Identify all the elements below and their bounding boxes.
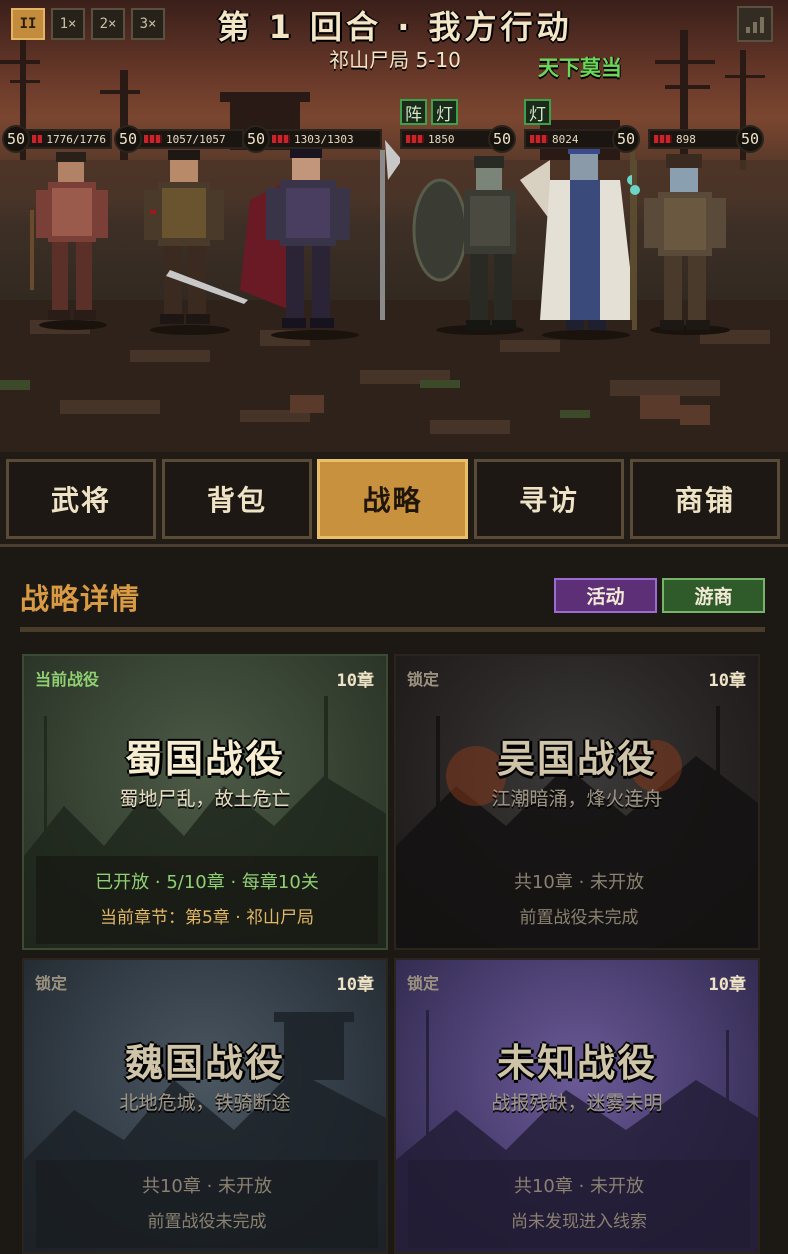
hp-fill xyxy=(406,135,424,143)
hp-value: 1776/1776 xyxy=(46,132,106,146)
campaign-availability: 共10章 · 未开放 xyxy=(513,872,645,893)
chapter-count: 10章 xyxy=(708,975,746,995)
campaign-card-wei[interactable]: 锁定 10章 魏国战役 北地危城，铁骑断途 共10章 · 未开放 前置战役未完成 xyxy=(22,958,388,1254)
hp-bar: 1303/1303 xyxy=(266,129,382,149)
campaign-progress: 已开放 · 5/10章 · 每章10关 xyxy=(95,872,319,893)
enemy-hp-1: 1850 50 xyxy=(400,125,516,153)
chapter-count: 10章 xyxy=(708,671,746,691)
hp-bar: 898 xyxy=(648,129,740,149)
divider xyxy=(20,627,765,632)
campaign-unlock-hint: 尚未发现进入线索 xyxy=(511,1212,647,1232)
chapter-count: 10章 xyxy=(336,975,374,995)
hp-value: 8024 xyxy=(552,132,579,146)
speed-2x-button[interactable]: 2× xyxy=(91,8,125,40)
level-badge: 50 xyxy=(736,125,764,153)
merchant-button[interactable]: 游商 xyxy=(662,578,765,613)
campaign-name: 吴国战役 xyxy=(496,737,657,781)
hp-fill xyxy=(144,135,162,143)
hp-value: 1057/1057 xyxy=(166,132,226,146)
activity-button[interactable]: 活动 xyxy=(554,578,657,613)
campaign-status-tag: 当前战役 xyxy=(35,670,100,689)
hp-fill xyxy=(272,135,290,143)
level-badge: 50 xyxy=(242,125,270,153)
enemy-unit-3[interactable] xyxy=(630,150,750,335)
speed-1x-button[interactable]: 1× xyxy=(51,8,85,40)
bar-chart-icon[interactable] xyxy=(737,6,773,42)
campaign-status-tag: 锁定 xyxy=(407,670,440,689)
campaign-card-shu[interactable]: 当前战役 10章 蜀国战役 蜀地尸乱，故土危亡 已开放 · 5/10章 · 每章… xyxy=(22,654,388,950)
campaign-info: 共10章 · 未开放 前置战役未完成 xyxy=(36,1160,378,1248)
hp-value: 898 xyxy=(676,132,696,146)
chapter-count: 10章 xyxy=(336,671,374,691)
hp-value: 1303/1303 xyxy=(294,132,354,146)
enemy-title: 天下莫当 xyxy=(538,56,622,80)
campaign-desc: 江潮暗涌，烽火连舟 xyxy=(491,788,663,810)
campaign-desc: 蜀地尸乱，故土危亡 xyxy=(119,788,291,810)
campaign-info: 共10章 · 未开放 尚未发现进入线索 xyxy=(408,1160,750,1248)
section-title: 战略详情 xyxy=(20,582,141,616)
campaign-unlock-hint: 前置战役未完成 xyxy=(519,908,639,928)
level-badge: 50 xyxy=(2,125,30,153)
campaign-status-tag: 锁定 xyxy=(407,974,440,993)
hp-bar: 1057/1057 xyxy=(138,129,244,149)
campaign-name: 蜀国战役 xyxy=(124,737,285,781)
ally-unit-3[interactable] xyxy=(230,140,400,340)
bar-chart-icon-bar xyxy=(753,22,757,33)
bar-chart-icon-bar xyxy=(746,27,750,33)
campaign-card-unknown[interactable]: 锁定 10章 未知战役 战报残缺，迷雾未明 共10章 · 未开放 尚未发现进入线… xyxy=(394,958,760,1254)
ally-hp-1: 50 1776/1776 xyxy=(2,125,112,153)
campaign-info: 已开放 · 5/10章 · 每章10关 当前章节：第5章 · 祁山尸局 xyxy=(36,856,378,944)
level-badge: 50 xyxy=(612,125,640,153)
pause-button[interactable]: II xyxy=(11,8,45,40)
buff-lamp[interactable]: 灯 xyxy=(524,99,551,125)
hp-fill xyxy=(530,135,548,143)
hp-fill xyxy=(32,135,43,143)
level-badge: 50 xyxy=(114,125,142,153)
ally-hp-2: 50 1057/1057 xyxy=(114,125,244,153)
campaign-status-tag: 锁定 xyxy=(35,974,68,993)
hp-value: 1850 xyxy=(428,132,455,146)
ally-unit-1[interactable] xyxy=(28,150,118,330)
tab-backpack[interactable]: 背包 xyxy=(162,459,312,539)
tab-recruit[interactable]: 寻访 xyxy=(474,459,624,539)
tab-shop[interactable]: 商铺 xyxy=(630,459,780,539)
hp-bar: 8024 xyxy=(524,129,616,149)
stage-title: 祁山尸局 5-10 xyxy=(329,48,461,72)
enemy-hp-2: 8024 50 xyxy=(524,125,640,153)
campaign-desc: 战报残缺，迷雾未明 xyxy=(491,1092,663,1114)
tab-strategy[interactable]: 战略 xyxy=(317,459,468,539)
speed-3x-button[interactable]: 3× xyxy=(131,8,165,40)
buff-lamp[interactable]: 灯 xyxy=(431,99,458,125)
hp-bar: 1850 xyxy=(400,129,492,149)
hp-bar: 1776/1776 xyxy=(26,129,112,149)
bar-chart-icon-bar xyxy=(760,17,764,33)
hp-fill xyxy=(654,135,672,143)
battle-scene: 50 1776/1776 50 1057/1057 50 1303/1303 阵… xyxy=(0,0,788,452)
ally-hp-3: 50 1303/1303 xyxy=(242,125,382,153)
campaign-name: 魏国战役 xyxy=(124,1041,285,1085)
enemy-hp-3: 898 50 xyxy=(648,125,764,153)
round-title: 第 1 回合 · 我方行动 xyxy=(217,8,573,46)
buff-formation[interactable]: 阵 xyxy=(400,99,427,125)
campaign-name: 未知战役 xyxy=(496,1041,657,1085)
campaign-availability: 共10章 · 未开放 xyxy=(141,1176,273,1197)
campaign-current-chapter: 当前章节：第5章 · 祁山尸局 xyxy=(99,908,315,928)
campaign-info: 共10章 · 未开放 前置战役未完成 xyxy=(408,856,750,944)
level-badge: 50 xyxy=(488,125,516,153)
campaign-availability: 共10章 · 未开放 xyxy=(513,1176,645,1197)
campaign-desc: 北地危城，铁骑断途 xyxy=(119,1092,291,1114)
campaign-card-wu[interactable]: 锁定 10章 吴国战役 江潮暗涌，烽火连舟 共10章 · 未开放 前置战役未完成 xyxy=(394,654,760,950)
campaign-unlock-hint: 前置战役未完成 xyxy=(147,1212,267,1232)
tab-generals[interactable]: 武将 xyxy=(6,459,156,539)
